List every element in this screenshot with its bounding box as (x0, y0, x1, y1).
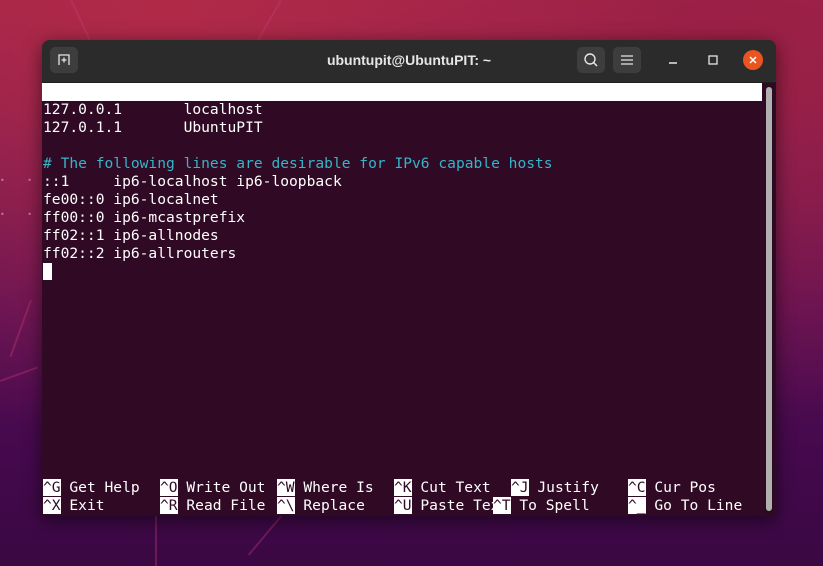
shortcut-label: To Spell (519, 497, 590, 514)
shortcut-label: Write Out (186, 479, 266, 496)
text-cursor (43, 263, 52, 280)
shortcut-paste-text[interactable]: ^U Paste Text (394, 497, 508, 515)
shortcut-label: Read File (186, 497, 266, 514)
wallpaper-line (247, 516, 282, 556)
shortcut-key: ^C (628, 479, 646, 496)
shortcut-label: Cur Pos (654, 479, 716, 496)
shortcut-justify[interactable]: ^J Justify (511, 479, 599, 497)
wallpaper-line (9, 300, 32, 358)
shortcut-go-to-line[interactable]: ^_ Go To Line (628, 497, 742, 515)
shortcut-read-file[interactable]: ^R Read File (160, 497, 265, 515)
wallpaper-line (0, 366, 39, 382)
terminal-content[interactable]: GNU nano 4.8 /etc/hosts 127.0.0.1 localh… (42, 83, 764, 516)
nano-header-bar: GNU nano 4.8 /etc/hosts (42, 83, 762, 136)
shortcut-where-is[interactable]: ^W Where Is (277, 479, 374, 497)
terminal-window: ubuntupit@UbuntuPIT: ~ GNU nano 4.8 /etc… (42, 40, 776, 516)
minimize-button[interactable] (663, 50, 683, 70)
file-comment-line: # The following lines are desirable for … (43, 155, 553, 172)
maximize-icon (708, 55, 718, 65)
search-icon (584, 53, 598, 67)
minimize-icon (669, 62, 677, 64)
nano-filename: /etc/hosts (376, 119, 464, 136)
shortcut-write-out[interactable]: ^O Write Out (160, 479, 265, 497)
shortcut-key: ^J (511, 479, 529, 496)
shortcut-label: Get Help (69, 479, 140, 496)
file-line: fe00::0 ip6-localnet (43, 191, 219, 208)
title-bar[interactable]: ubuntupit@UbuntuPIT: ~ (42, 40, 776, 83)
shortcut-label: Go To Line (654, 497, 743, 514)
shortcut-key: ^O (160, 479, 178, 496)
shortcut-key: ^\ (277, 497, 295, 514)
shortcut-label: Cut Text (420, 479, 491, 496)
file-line: ::1 ip6-localhost ip6-loopback (43, 173, 342, 190)
wallpaper-line (155, 516, 157, 566)
shortcut-key: ^K (394, 479, 412, 496)
shortcut-key: ^W (277, 479, 295, 496)
hamburger-menu-icon (621, 55, 633, 65)
maximize-button[interactable] (703, 50, 723, 70)
shortcut-key: ^T (493, 497, 511, 514)
wallpaper-line (255, 0, 282, 45)
file-line: 127.0.0.1 localhost (43, 101, 263, 118)
shortcut-label: Exit (69, 497, 105, 514)
shortcut-key: ^X (43, 497, 61, 514)
shortcut-key: ^U (394, 497, 412, 514)
shortcut-cut-text[interactable]: ^K Cut Text (394, 479, 491, 497)
shortcut-exit[interactable]: ^X Exit (43, 497, 105, 515)
file-line: 127.0.1.1 UbuntuPIT (43, 119, 263, 136)
scrollbar-thumb[interactable] (766, 87, 772, 511)
scrollbar[interactable] (765, 85, 773, 513)
file-line: ff02::2 ip6-allrouters (43, 245, 237, 262)
shortcut-cur-pos[interactable]: ^C Cur Pos (628, 479, 716, 497)
file-line: ff00::0 ip6-mcastprefix (43, 209, 246, 226)
shortcut-key: ^_ (628, 497, 646, 514)
close-icon (749, 56, 757, 64)
search-button[interactable] (577, 47, 605, 73)
shortcut-label: Justify (537, 479, 599, 496)
shortcut-to-spell[interactable]: ^T To Spell (493, 497, 590, 515)
menu-button[interactable] (613, 47, 641, 73)
close-button[interactable] (743, 50, 763, 70)
shortcut-key: ^G (43, 479, 61, 496)
shortcut-label: Replace (303, 497, 365, 514)
shortcut-key: ^R (160, 497, 178, 514)
shortcut-replace[interactable]: ^\ Replace (277, 497, 365, 515)
file-line: ff02::1 ip6-allnodes (43, 227, 219, 244)
shortcut-get-help[interactable]: ^G Get Help (43, 479, 140, 497)
shortcut-label: Where Is (303, 479, 374, 496)
